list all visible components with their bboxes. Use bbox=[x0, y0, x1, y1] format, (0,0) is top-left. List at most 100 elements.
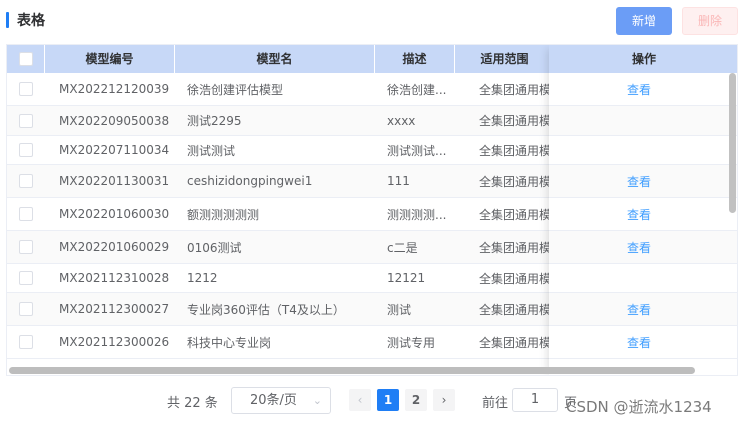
cell-action: 查看 bbox=[549, 326, 729, 358]
cell-name-text: 专业岗360评估（T4及以上） bbox=[187, 302, 345, 317]
action-row: 查看 bbox=[549, 231, 737, 264]
cell-scope: 全集团通用模 bbox=[479, 231, 551, 263]
cell-code: MX202201060030 bbox=[59, 198, 175, 230]
view-link[interactable]: 查看 bbox=[627, 173, 651, 190]
cell-action: 查看 bbox=[549, 73, 729, 105]
cell-name: 测试测试 bbox=[187, 136, 373, 164]
watermark: CSDN @逝流水1234 bbox=[566, 398, 712, 416]
vertical-scrollbar-thumb[interactable] bbox=[729, 73, 736, 213]
cell-name-text: 额测测测测测 bbox=[187, 207, 260, 222]
cell-code-text: MX202212120039 bbox=[59, 82, 170, 96]
row-select-cell bbox=[7, 106, 45, 135]
cell-name: 测试2295 bbox=[187, 106, 373, 135]
page-header: 表格 新增 删除 bbox=[0, 0, 754, 42]
row-checkbox[interactable] bbox=[19, 335, 33, 349]
cell-name: 0106测试 bbox=[187, 231, 373, 263]
row-checkbox[interactable] bbox=[19, 143, 33, 157]
cell-scope: 全集团通用模 bbox=[479, 198, 551, 230]
next-page-button[interactable]: › bbox=[433, 389, 455, 411]
vertical-scrollbar[interactable] bbox=[729, 73, 737, 363]
cell-desc-text: c二是 bbox=[387, 240, 418, 255]
cell-scope-text: 全集团通用模 bbox=[479, 271, 551, 286]
goto-page-input[interactable]: 1 bbox=[512, 388, 558, 412]
cell-desc-text: 111 bbox=[387, 174, 410, 188]
chevron-down-icon: ⌄ bbox=[312, 394, 322, 407]
cell-scope-text: 全集团通用模 bbox=[479, 302, 551, 317]
column-header-desc[interactable]: 描述 bbox=[375, 45, 455, 73]
fixed-action-column: 操作 查看 查看 查看 查看 查看 查看 bbox=[549, 45, 737, 375]
total-count: 共 22 条 bbox=[167, 396, 218, 411]
page-size-select[interactable]: 20条/页 ⌄ bbox=[231, 387, 331, 414]
cell-code-text: MX202201060029 bbox=[59, 240, 170, 254]
select-all-cell bbox=[7, 45, 45, 73]
goto-label: 前往 bbox=[482, 396, 509, 411]
cell-code-text: MX202201130031 bbox=[59, 174, 170, 188]
view-link[interactable]: 查看 bbox=[627, 301, 651, 318]
delete-button[interactable]: 删除 bbox=[682, 7, 738, 35]
cell-action: 查看 bbox=[549, 198, 729, 230]
cell-scope: 全集团通用模 bbox=[479, 326, 551, 358]
cell-code: MX202201130031 bbox=[59, 165, 175, 197]
cell-code: MX202112310028 bbox=[59, 264, 175, 292]
action-row: 查看 bbox=[549, 73, 737, 106]
row-checkbox[interactable] bbox=[19, 174, 33, 188]
prev-page-button[interactable]: ‹ bbox=[349, 389, 371, 411]
horizontal-scrollbar-thumb[interactable] bbox=[9, 367, 695, 374]
cell-scope-text: 全集团通用模 bbox=[479, 143, 551, 158]
view-link[interactable]: 查看 bbox=[627, 206, 651, 223]
cell-code-text: MX202112300026 bbox=[59, 335, 170, 349]
column-header-action: 操作 bbox=[549, 45, 737, 73]
row-checkbox[interactable] bbox=[19, 113, 33, 128]
row-checkbox[interactable] bbox=[19, 82, 33, 96]
cell-scope: 全集团通用模 bbox=[479, 264, 551, 292]
column-header-name[interactable]: 模型名 bbox=[175, 45, 375, 73]
cell-desc: 测试测试... bbox=[387, 136, 451, 164]
action-row bbox=[549, 264, 737, 293]
action-row: 查看 bbox=[549, 165, 737, 198]
row-checkbox[interactable] bbox=[19, 240, 33, 254]
cell-code: MX202112300026 bbox=[59, 326, 175, 358]
action-row bbox=[549, 106, 737, 136]
cell-code-text: MX202201060030 bbox=[59, 207, 170, 221]
cell-desc: 111 bbox=[387, 165, 451, 197]
cell-desc: c二是 bbox=[387, 231, 451, 263]
column-header-code[interactable]: 模型编号 bbox=[45, 45, 175, 73]
cell-code-text: MX202209050038 bbox=[59, 113, 170, 128]
cell-code-text: MX202112310028 bbox=[59, 271, 170, 285]
cell-desc-text: 12121 bbox=[387, 271, 426, 285]
row-checkbox[interactable] bbox=[19, 271, 33, 285]
cell-scope-text: 全集团通用模 bbox=[479, 174, 551, 189]
row-select-cell bbox=[7, 73, 45, 105]
page-button-1[interactable]: 1 bbox=[377, 389, 399, 411]
cell-name: 科技中心专业岗 bbox=[187, 326, 373, 358]
cell-scope: 全集团通用模 bbox=[479, 106, 551, 135]
add-button[interactable]: 新增 bbox=[616, 7, 672, 35]
cell-scope-text: 全集团通用模 bbox=[479, 207, 551, 222]
cell-desc: xxxx bbox=[387, 106, 451, 135]
view-link[interactable]: 查看 bbox=[627, 334, 651, 351]
row-select-cell bbox=[7, 326, 45, 358]
select-all-checkbox[interactable] bbox=[18, 52, 33, 66]
cell-name: 额测测测测测 bbox=[187, 198, 373, 230]
page-size-value: 20条/页 bbox=[250, 393, 297, 408]
row-checkbox[interactable] bbox=[19, 302, 33, 316]
data-table: 模型编号 模型名 描述 适用范围 MX202212120039 徐浩创建评估模型 徐… bbox=[6, 44, 738, 376]
cell-name: 徐浩创建评估模型 bbox=[187, 73, 373, 105]
cell-desc: 12121 bbox=[387, 264, 451, 292]
action-row: 查看 bbox=[549, 326, 737, 359]
view-link[interactable]: 查看 bbox=[627, 81, 651, 98]
view-link[interactable]: 查看 bbox=[627, 239, 651, 256]
column-header-scope[interactable]: 适用范围 bbox=[455, 45, 555, 73]
row-checkbox[interactable] bbox=[19, 207, 33, 221]
cell-scope-text: 全集团通用模 bbox=[479, 240, 551, 255]
cell-desc-text: 徐浩创建... bbox=[387, 82, 447, 97]
row-select-cell bbox=[7, 264, 45, 292]
cell-desc-text: 测试测试... bbox=[387, 143, 447, 158]
page-button-2[interactable]: 2 bbox=[405, 389, 427, 411]
cell-action: 查看 bbox=[549, 293, 729, 325]
row-select-cell bbox=[7, 293, 45, 325]
cell-name: ceshizidongpingwei1 bbox=[187, 165, 373, 197]
cell-scope: 全集团通用模 bbox=[479, 73, 551, 105]
cell-scope-text: 全集团通用模 bbox=[479, 335, 551, 350]
cell-scope: 全集团通用模 bbox=[479, 293, 551, 325]
